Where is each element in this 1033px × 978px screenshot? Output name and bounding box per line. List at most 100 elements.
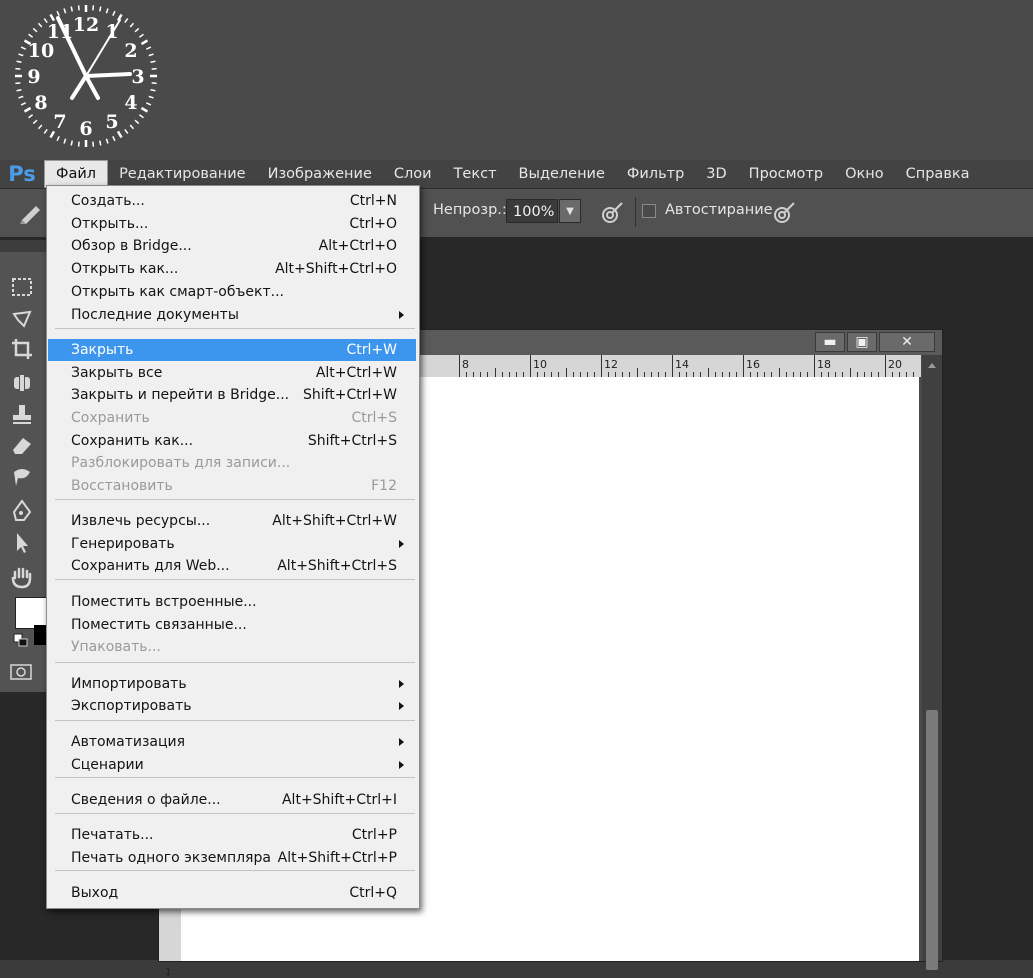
vertical-scrollbar[interactable]	[922, 355, 942, 970]
stamp-icon[interactable]	[8, 402, 36, 428]
menu-edit[interactable]: Редактирование	[108, 160, 257, 188]
clock-tick	[70, 140, 74, 146]
clock-tick	[15, 82, 21, 85]
file-menu-item[interactable]: Экспортировать	[48, 695, 416, 717]
menu-help[interactable]: Справка	[895, 160, 981, 188]
file-menu-item[interactable]: Печать одного экземпляра Alt+Shift+Ctrl+P	[48, 847, 416, 869]
file-menu-item[interactable]: Сохранить как... Shift+Ctrl+S	[48, 430, 416, 452]
clock-tick	[77, 5, 80, 11]
photoshop-logo: Ps	[8, 162, 36, 186]
hand-icon[interactable]	[8, 564, 36, 590]
clock-tick	[98, 140, 102, 146]
background-color-swatch[interactable]	[34, 625, 46, 645]
menu-image[interactable]: Изображение	[257, 160, 383, 188]
file-menu-item: Упаковать...	[48, 636, 416, 658]
clock-tick	[43, 128, 48, 134]
lasso-icon[interactable]	[8, 306, 36, 332]
clock-tick	[70, 6, 74, 12]
scrollbar-thumb[interactable]	[926, 710, 938, 970]
clock-tick	[151, 67, 157, 70]
ruler-tick	[814, 355, 815, 377]
file-menu-item[interactable]: Создать... Ctrl+N	[48, 190, 416, 212]
scroll-up-icon[interactable]	[928, 363, 936, 368]
pen-icon[interactable]	[8, 498, 36, 524]
file-menu-item[interactable]: Сведения о файле... Alt+Shift+Ctrl+I	[48, 789, 416, 811]
menu-item-shortcut: Shift+Ctrl+S	[307, 433, 397, 449]
file-menu-item[interactable]: Закрыть и перейти в Bridge... Shift+Ctrl+…	[48, 384, 416, 406]
menu-item-label: Поместить связанные...	[71, 617, 247, 633]
file-menu-item[interactable]: Поместить связанные...	[48, 614, 416, 636]
file-menu-item[interactable]: Открыть как... Alt+Shift+Ctrl+O	[48, 258, 416, 280]
ruler-tick	[636, 368, 638, 377]
pressure-size-icon[interactable]	[772, 201, 796, 225]
file-menu-item[interactable]: Выход Ctrl+Q	[48, 882, 416, 904]
menu-item-shortcut: Alt+Shift+Ctrl+O	[275, 261, 397, 277]
menu-3d[interactable]: 3D	[695, 160, 737, 188]
path-selection-icon[interactable]	[8, 530, 36, 556]
clock-tick	[20, 46, 27, 50]
menu-select[interactable]: Выделение	[508, 160, 616, 188]
tools-panel-header[interactable]	[0, 240, 46, 252]
clock-widget: 121234567891011	[15, 5, 157, 147]
file-menu-item[interactable]: Закрыть все Alt+Ctrl+W	[48, 362, 416, 384]
menu-view[interactable]: Просмотр	[738, 160, 834, 188]
clock-tick	[28, 33, 34, 38]
clock-tick	[20, 102, 27, 106]
menu-item-shortcut: Ctrl+O	[349, 216, 397, 232]
file-menu-item[interactable]: Сценарии	[48, 754, 416, 776]
clock-number: 6	[79, 118, 92, 140]
eraser-icon[interactable]	[8, 432, 36, 458]
menu-separator	[55, 777, 415, 778]
ruler-tick	[565, 368, 567, 377]
autoerase-checkbox[interactable]	[642, 204, 656, 218]
file-menu-item[interactable]: Последние документы	[48, 304, 416, 326]
file-menu-item[interactable]: Открыть... Ctrl+O	[48, 213, 416, 235]
opacity-input[interactable]: 100%	[506, 199, 558, 223]
file-menu-item[interactable]: Поместить встроенные...	[48, 591, 416, 613]
menu-item-label: Упаковать...	[71, 639, 161, 655]
file-menu-item[interactable]: Импортировать	[48, 673, 416, 695]
clock-tick	[151, 82, 157, 85]
menu-item-shortcut: Alt+Shift+Ctrl+W	[272, 513, 397, 529]
file-menu-item[interactable]: Открыть как смарт-объект...	[48, 281, 416, 303]
minimize-button[interactable]: ▬	[815, 332, 845, 352]
file-menu-item[interactable]: Сохранить для Web... Alt+Shift+Ctrl+S	[48, 555, 416, 577]
minimize-icon: ▬	[823, 334, 837, 350]
maximize-button[interactable]: ▣	[847, 332, 877, 352]
menu-item-label: Закрыть	[71, 342, 134, 358]
clock-tick	[150, 60, 156, 64]
pressure-opacity-icon[interactable]	[600, 201, 624, 225]
file-menu-item[interactable]: Генерировать	[48, 533, 416, 555]
spot-healing-icon[interactable]	[8, 370, 36, 396]
menu-item-label: Открыть как смарт-объект...	[71, 284, 284, 300]
pencil-icon[interactable]	[18, 202, 44, 224]
marquee-icon[interactable]	[8, 274, 36, 300]
crop-icon[interactable]	[8, 336, 36, 362]
menu-item-shortcut: Ctrl+P	[351, 827, 397, 843]
quick-mask-icon[interactable]	[10, 664, 32, 680]
menu-layers[interactable]: Слои	[383, 160, 443, 188]
opacity-dropdown-button[interactable]: ▼	[559, 199, 581, 223]
menu-file[interactable]: Файл	[44, 160, 109, 188]
file-menu-item[interactable]: Извлечь ресурсы... Alt+Shift+Ctrl+W	[48, 510, 416, 532]
clock-number: 8	[34, 92, 47, 114]
smudge-icon[interactable]	[8, 464, 36, 490]
clock-number: 10	[28, 40, 54, 62]
menu-item-label: Сценарии	[71, 757, 144, 773]
menu-filter[interactable]: Фильтр	[616, 160, 695, 188]
clock-tick	[63, 138, 67, 144]
menu-item-shortcut: Alt+Ctrl+O	[318, 238, 397, 254]
clock-tick	[92, 141, 95, 147]
menu-window[interactable]: Окно	[834, 160, 895, 188]
file-menu-item[interactable]: Закрыть Ctrl+W	[48, 339, 416, 361]
menu-item-label: Печать одного экземпляра	[71, 850, 271, 866]
file-menu-item[interactable]: Автоматизация	[48, 731, 416, 753]
ruler-tick	[601, 355, 602, 377]
menu-text[interactable]: Текст	[443, 160, 508, 188]
close-button[interactable]: ✕	[879, 332, 935, 352]
file-menu-item[interactable]: Печатать... Ctrl+P	[48, 824, 416, 846]
clock-tick	[148, 53, 154, 57]
file-menu-item[interactable]: Обзор в Bridge... Alt+Ctrl+O	[48, 235, 416, 257]
default-colors-icon[interactable]	[13, 633, 29, 647]
menu-item-label: Восстановить	[71, 478, 173, 494]
